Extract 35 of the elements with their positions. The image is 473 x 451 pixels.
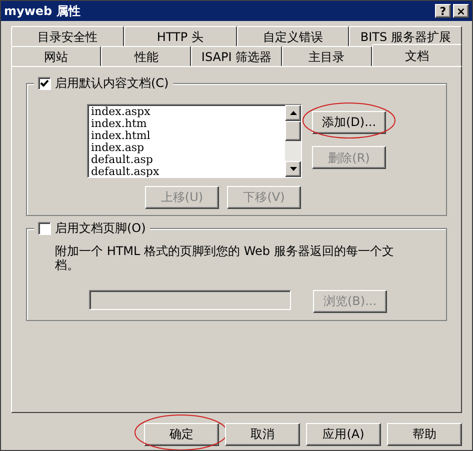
checkbox-label: 启用默认内容文档(C) [55,75,169,92]
tab[interactable]: 文档 [372,44,462,66]
window-title: myweb 属性 [4,3,80,20]
checkbox-label: 启用文档页脚(O) [55,220,146,237]
tab[interactable]: 自定义错误 [236,26,350,46]
tab[interactable]: 性能 [101,46,192,66]
list-item[interactable]: default.aspx [91,166,285,177]
tab[interactable]: ISAPI 筛选器 [191,46,282,66]
title-bar-button[interactable]: × [453,4,469,18]
down-arrow-icon [290,167,296,171]
footer-description: 附加一个 HTML 格式的页脚到您的 Web 服务器返回的每一个文档。 [55,244,395,272]
tab[interactable]: 网站 [11,46,102,66]
scrollbar-thumb[interactable] [285,121,301,141]
dialog-button[interactable]: 取消 [225,422,300,446]
tab[interactable]: BITS 服务器扩展 [349,26,462,46]
checkbox[interactable] [38,76,51,90]
footer-path-field[interactable] [89,290,291,310]
list-item[interactable]: default.asp [91,154,285,166]
list-item[interactable]: index.html [91,130,285,142]
tab[interactable]: 目录安全性 [11,26,124,46]
dialog-button[interactable]: 应用(A) [306,422,381,446]
list-item[interactable]: index.htm [91,118,285,130]
dialog-button[interactable]: 确定 [144,422,219,446]
dialog-button[interactable]: 帮助 [387,422,462,446]
up-arrow-icon [290,111,296,115]
checkbox[interactable] [38,222,51,234]
scrollbar[interactable] [285,105,301,177]
tab[interactable]: HTTP 头 [124,26,236,46]
document-list[interactable]: index.aspx index.htm index.html index.asp default.asp default.aspx [87,104,302,178]
list-item[interactable]: index.aspx [91,106,285,118]
tab[interactable]: 主目录 [282,46,372,66]
checkmark-icon [40,79,49,87]
list-item[interactable]: index.asp [91,142,285,154]
title-bar-button[interactable]: ? [435,4,451,18]
dialog-button[interactable]: 添加(D)... [312,110,386,134]
